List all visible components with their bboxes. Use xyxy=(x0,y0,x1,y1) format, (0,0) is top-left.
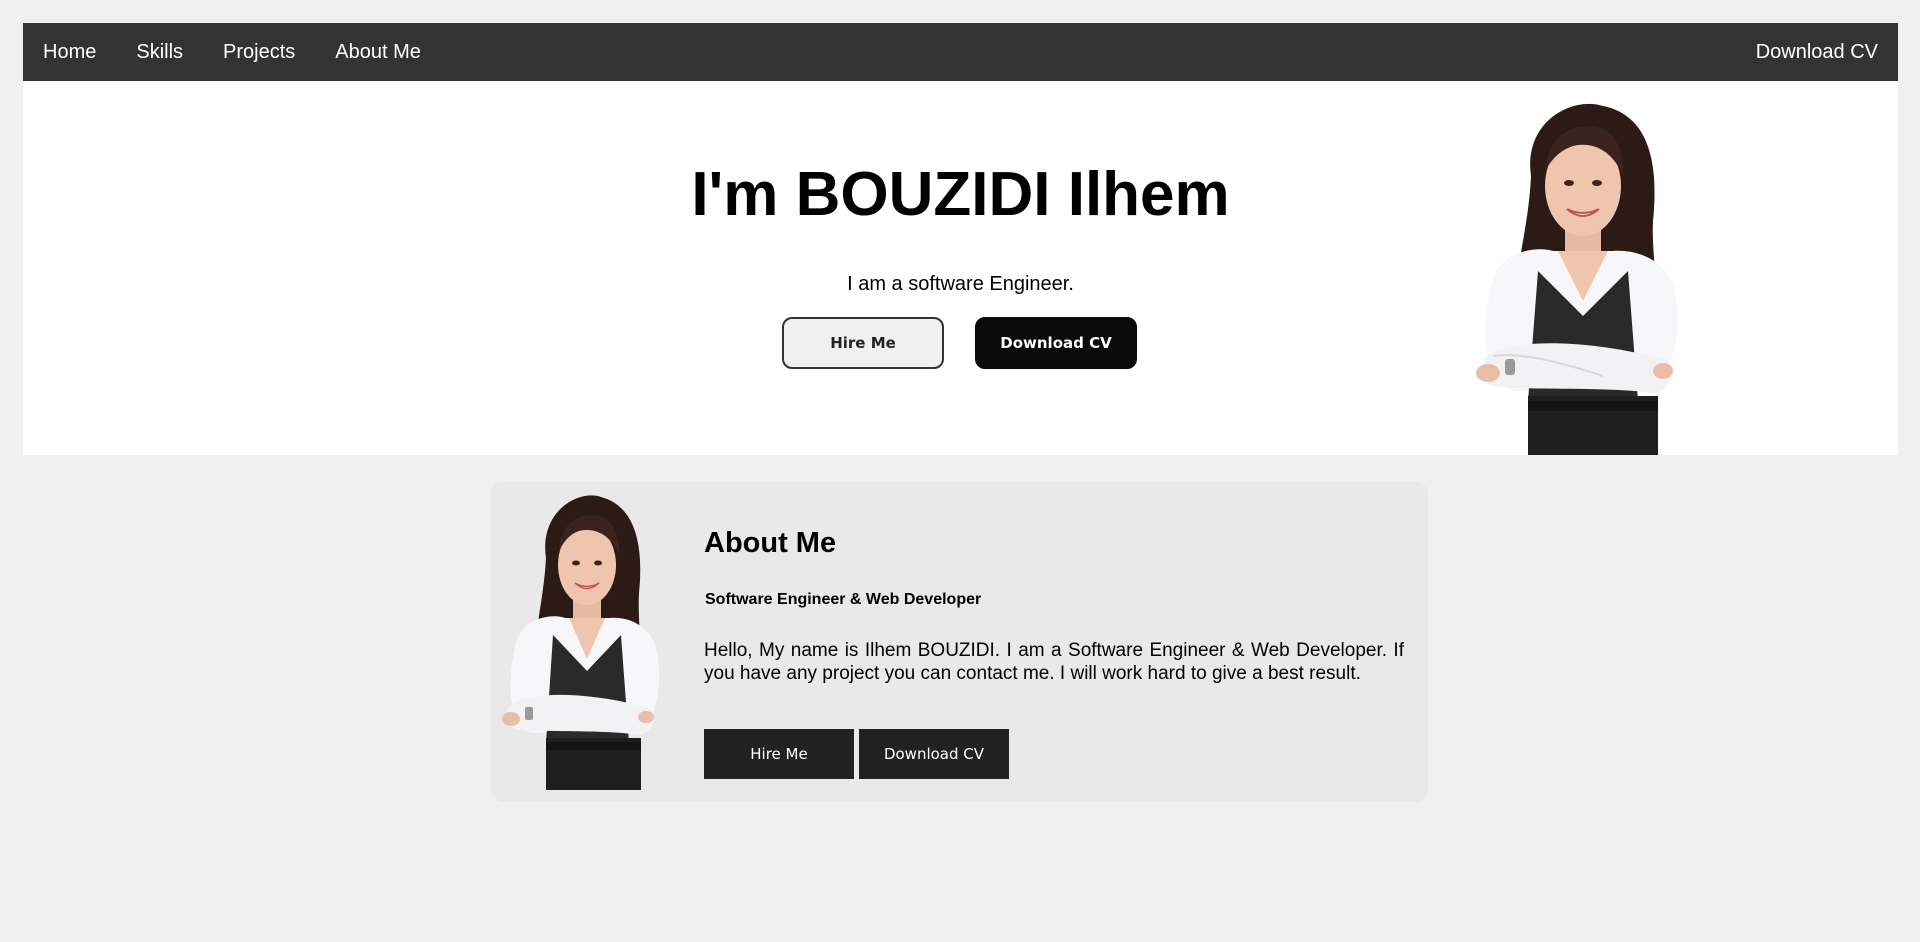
about-description: Hello, My name is Ilhem BOUZIDI. I am a … xyxy=(704,640,1404,684)
hero-hire-me-button[interactable]: Hire Me xyxy=(782,317,944,369)
about-hire-me-button[interactable]: Hire Me xyxy=(704,729,854,779)
nav-about-link[interactable]: About Me xyxy=(315,23,441,81)
nav-skills-link[interactable]: Skills xyxy=(116,23,203,81)
hero-portrait-image xyxy=(1453,101,1713,455)
nav-home-link[interactable]: Home xyxy=(23,23,116,81)
hero-section: I'm BOUZIDI Ilhem I am a software Engine… xyxy=(23,81,1898,455)
hero-download-cv-button[interactable]: Download CV xyxy=(975,317,1137,369)
about-title: About Me xyxy=(704,527,837,559)
about-role: Software Engineer & Web Developer xyxy=(705,591,982,608)
about-download-cv-button[interactable]: Download CV xyxy=(859,729,1009,779)
about-me-card: About Me Software Engineer & Web Develop… xyxy=(491,482,1428,802)
nav-links: Home Skills Projects About Me xyxy=(23,23,441,81)
top-navbar: Home Skills Projects About Me Download C… xyxy=(23,23,1898,81)
nav-download-cv-link[interactable]: Download CV xyxy=(1736,23,1898,81)
about-portrait-image xyxy=(491,493,681,790)
nav-projects-link[interactable]: Projects xyxy=(203,23,315,81)
